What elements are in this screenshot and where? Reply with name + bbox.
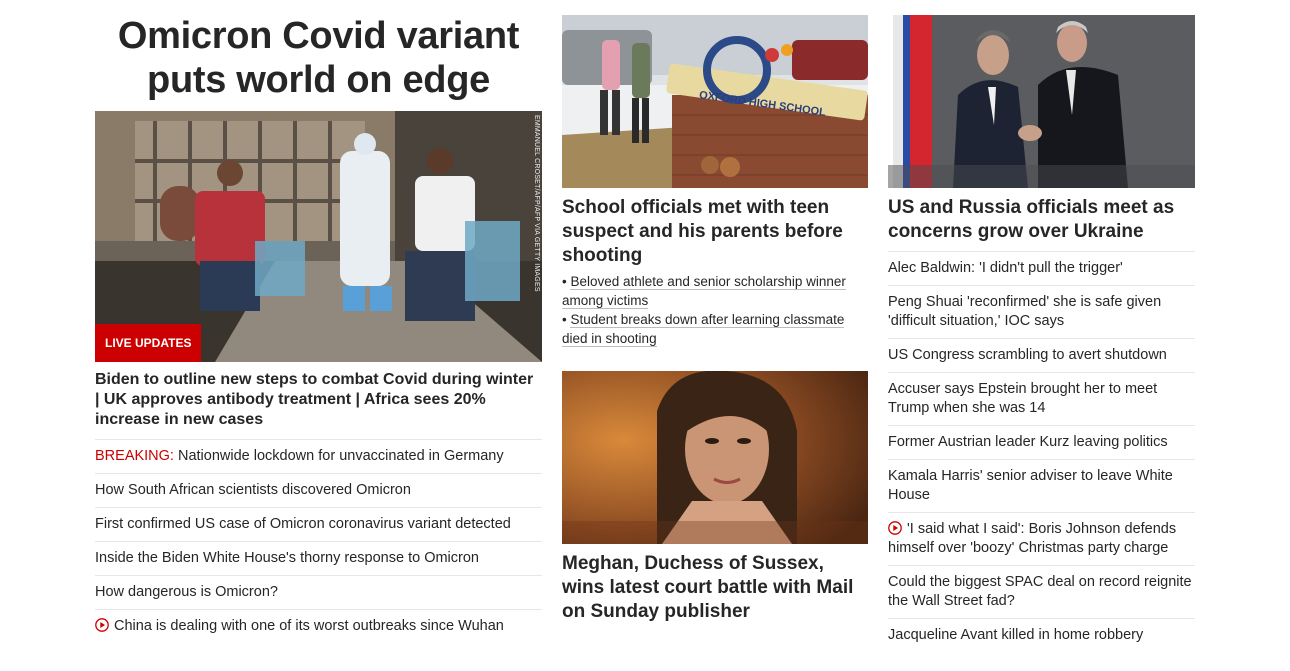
list-item[interactable]: Inside the Biden White House's thorny re… (95, 542, 542, 576)
list-item[interactable]: US Congress scrambling to avert shutdown (888, 339, 1195, 373)
list-item[interactable]: Alec Baldwin: 'I didn't pull the trigger… (888, 252, 1195, 286)
lead-story-headline[interactable]: Biden to outline new steps to combat Cov… (95, 362, 542, 440)
hero-headline[interactable]: Omicron Covid variant puts world on edge (95, 0, 542, 111)
list-item[interactable]: Could the biggest SPAC deal on record re… (888, 566, 1195, 619)
list-item[interactable]: Accuser says Epstein brought her to meet… (888, 373, 1195, 426)
main-story-column: Omicron Covid variant puts world on edge (95, 0, 542, 644)
school-story-headline[interactable]: School officials met with teen suspect a… (562, 188, 868, 268)
us-russia-handshake-image (888, 15, 1195, 188)
list-item[interactable]: How dangerous is Omicron? (95, 576, 542, 610)
us-russia-headline[interactable]: US and Russia officials meet as concerns… (888, 188, 1195, 252)
list-item[interactable]: • Student breaks down after learning cla… (562, 310, 868, 348)
breaking-story-text[interactable]: Nationwide lockdown for unvaccinated in … (174, 448, 504, 464)
video-play-icon (888, 521, 902, 535)
video-play-icon (95, 618, 109, 632)
top-stories-list: Alec Baldwin: 'I didn't pull the trigger… (888, 252, 1195, 652)
list-item[interactable]: BREAKING: Nationwide lockdown for unvacc… (95, 440, 542, 474)
world-stories-column: US and Russia officials meet as concerns… (888, 0, 1195, 652)
meghan-photo[interactable] (562, 371, 868, 544)
photo-credit: EMMANUEL CROSET/AFP/AFP VIA GETTY IMAGES (533, 115, 540, 292)
video-story-text: 'I said what I said': Boris Johnson defe… (888, 521, 1177, 556)
list-item[interactable]: • Beloved athlete and senior scholarship… (562, 272, 868, 310)
video-story-text: China is dealing with one of its worst o… (114, 618, 504, 634)
school-memorial-photo[interactable]: OXFORD HIGH SCHOOL (562, 15, 868, 188)
list-item[interactable]: China is dealing with one of its worst o… (95, 610, 542, 644)
school-related-links: • Beloved athlete and senior scholarship… (562, 268, 868, 348)
list-item[interactable]: Jacqueline Avant killed in home robbery (888, 619, 1195, 652)
school-memorial-image: OXFORD HIGH SCHOOL (562, 15, 868, 188)
list-item[interactable]: How South African scientists discovered … (95, 474, 542, 508)
meghan-story-headline[interactable]: Meghan, Duchess of Sussex, wins latest c… (562, 544, 868, 624)
list-item[interactable]: Former Austrian leader Kurz leaving poli… (888, 426, 1195, 460)
meghan-portrait-image (562, 371, 868, 544)
list-item[interactable]: 'I said what I said': Boris Johnson defe… (888, 513, 1195, 566)
breaking-label: BREAKING: (95, 448, 174, 464)
list-item[interactable]: Kamala Harris' senior adviser to leave W… (888, 460, 1195, 513)
related-stories-list: BREAKING: Nationwide lockdown for unvacc… (95, 440, 542, 644)
list-item[interactable]: First confirmed US case of Omicron coron… (95, 508, 542, 542)
us-russia-photo[interactable] (888, 15, 1195, 188)
live-updates-badge[interactable]: LIVE UPDATES (95, 324, 202, 362)
list-item[interactable]: Peng Shuai 'reconfirmed' she is safe giv… (888, 286, 1195, 339)
secondary-stories-column: OXFORD HIGH SCHOOL School officials met … (562, 0, 868, 624)
hero-photo[interactable]: EMMANUEL CROSET/AFP/AFP VIA GETTY IMAGES… (95, 111, 542, 362)
